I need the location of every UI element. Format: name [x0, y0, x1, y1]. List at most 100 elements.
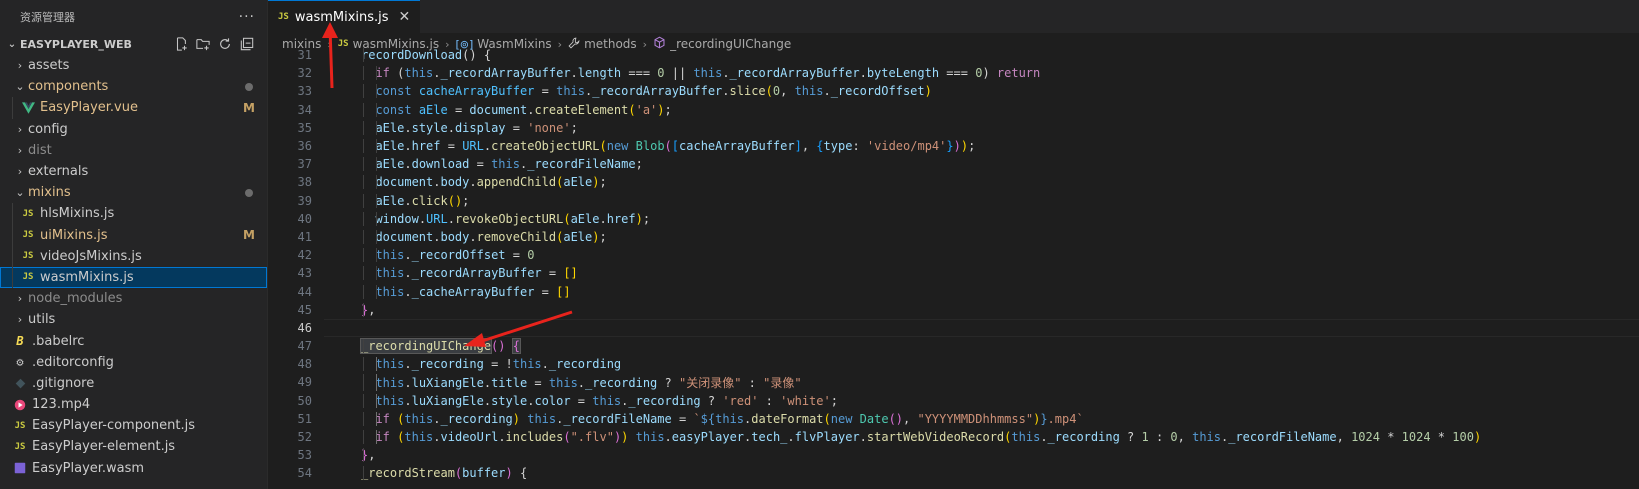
code-text: if (this._recordArrayBuffer.length === 0…	[324, 66, 1040, 81]
tree-file[interactable]: EasyPlayer.wasm	[0, 458, 267, 479]
code-editor[interactable]: 31 recordDownload() {32 if (this._recordA…	[268, 48, 1639, 489]
indent-guide	[363, 48, 364, 63]
tree-folder[interactable]: ⌄ components	[0, 76, 267, 97]
code-line: 50 this.luXiangEle.style.color = this._r…	[268, 392, 1639, 410]
code-token: _recording	[411, 357, 484, 372]
code-token: ?	[1119, 430, 1142, 445]
indent-guide	[376, 357, 377, 372]
tree-file[interactable]: JS hlsMixins.js	[0, 203, 267, 225]
code-token: href	[411, 139, 441, 154]
code-token: .	[570, 66, 578, 81]
code-token: aEle	[375, 193, 405, 208]
indent-guide	[376, 157, 377, 172]
new-folder-icon[interactable]	[195, 36, 211, 52]
code-token: .	[664, 430, 672, 445]
indent-guide	[363, 139, 364, 154]
code-token: ,	[1177, 430, 1193, 445]
code-text: this._cacheArrayBuffer = []	[324, 284, 571, 299]
tree-folder[interactable]: › assets	[0, 55, 267, 76]
tree-item-label: .babelrc	[32, 333, 85, 349]
new-file-icon[interactable]	[173, 36, 189, 52]
current-line-highlight	[324, 318, 1639, 337]
code-token: .	[404, 393, 412, 408]
tree-folder[interactable]: › config	[0, 119, 267, 140]
tree-file[interactable]: 123.mp4	[0, 394, 267, 415]
tree-file[interactable]: JS wasmMixins.js	[0, 266, 267, 289]
code-token: this	[693, 66, 723, 81]
code-token: ]	[794, 139, 802, 154]
indent-guide	[363, 466, 364, 481]
tree-file[interactable]: JS videoJsMixins.js	[0, 245, 267, 267]
code-text: if (this._recording) this._recordFileNam…	[324, 411, 1084, 426]
line-number: 44	[297, 284, 312, 299]
code-token: new	[830, 411, 853, 426]
code-token: .	[404, 266, 412, 281]
code-token: const	[375, 84, 412, 99]
tree-file[interactable]: EasyPlayer.vue M	[0, 97, 267, 119]
code-token: ;	[599, 229, 607, 244]
tree-folder[interactable]: › utils	[0, 309, 267, 330]
code-token: )	[982, 66, 997, 81]
code-text: aEle.download = this._recordFileName;	[324, 157, 643, 172]
line-number: 50	[297, 393, 312, 408]
code-token: easyPlayer	[671, 430, 745, 445]
code-line: 46	[268, 318, 1639, 337]
tree-file[interactable]: ⚙ .editorconfig	[0, 352, 267, 373]
code-token: .	[859, 430, 867, 445]
git-modified-badge: M	[243, 228, 255, 243]
tree-folder[interactable]: ⌄ mixins	[0, 182, 267, 203]
media-icon	[12, 399, 28, 411]
line-number: 42	[297, 248, 312, 263]
line-number: 41	[297, 229, 312, 244]
project-header[interactable]: ⌄ EASYPLAYER_WEB	[0, 33, 267, 55]
line-number: 43	[297, 266, 312, 281]
code-token: body	[440, 175, 470, 190]
line-number: 48	[297, 357, 312, 372]
more-actions-icon[interactable]: ···	[239, 9, 255, 25]
tree-item-label: dist	[28, 142, 52, 158]
code-token: this	[375, 393, 405, 408]
code-token: _recordArrayBuffer	[592, 84, 723, 99]
code-line: 49 this.luXiangEle.title = this._recordi…	[268, 373, 1639, 391]
code-token: :	[741, 375, 764, 390]
tree-file[interactable]: .gitignore	[0, 373, 267, 394]
code-token: ,	[780, 84, 795, 99]
close-icon[interactable]: ✕	[399, 9, 411, 25]
code-token: title	[491, 375, 528, 390]
indent-guide	[12, 266, 13, 289]
code-token: aEle	[563, 175, 593, 190]
git-icon	[12, 378, 28, 389]
tree-folder[interactable]: › externals	[0, 161, 267, 182]
code-token: =	[534, 284, 557, 299]
code-token: ;	[664, 102, 672, 117]
tree-folder[interactable]: › dist	[0, 140, 267, 161]
tab-wasmmixins[interactable]: JS wasmMixins.js ✕	[268, 0, 421, 33]
collapse-all-icon[interactable]	[239, 36, 255, 52]
tree-file[interactable]: B .babelrc	[0, 330, 267, 351]
tree-item-label: 123.mp4	[32, 397, 91, 413]
indent-guide	[363, 175, 364, 190]
code-line: 45},	[268, 301, 1639, 319]
refresh-icon[interactable]	[217, 36, 233, 52]
code-token: 'white'	[780, 393, 831, 408]
tree-folder[interactable]: › node_modules	[0, 288, 267, 309]
code-text: const cacheArrayBuffer = this._recordArr…	[324, 84, 932, 99]
tree-file[interactable]: JS EasyPlayer-element.js	[0, 436, 267, 457]
code-token: )	[960, 139, 969, 154]
code-token: _recordFileName	[527, 157, 636, 172]
code-line: 41 document.body.removeChild(aEle);	[268, 228, 1639, 246]
code-token: .	[483, 375, 492, 390]
code-token: this	[375, 375, 405, 390]
tree-item-label: .editorconfig	[32, 354, 114, 370]
line-number: 49	[297, 375, 312, 390]
code-text: window.URL.revokeObjectURL(aEle.href);	[324, 211, 650, 226]
code-token: window	[375, 211, 419, 226]
chevron-down-icon: ⌄	[15, 186, 25, 200]
code-line: 40 window.URL.revokeObjectURL(aEle.href)…	[268, 210, 1639, 228]
code-text: aEle.href = URL.createObjectURL(new Blob…	[324, 139, 975, 154]
code-token: URL	[462, 139, 484, 154]
tree-file[interactable]: JS EasyPlayer-component.js	[0, 415, 267, 436]
tree-file[interactable]: JS uiMixins.js M	[0, 224, 267, 246]
